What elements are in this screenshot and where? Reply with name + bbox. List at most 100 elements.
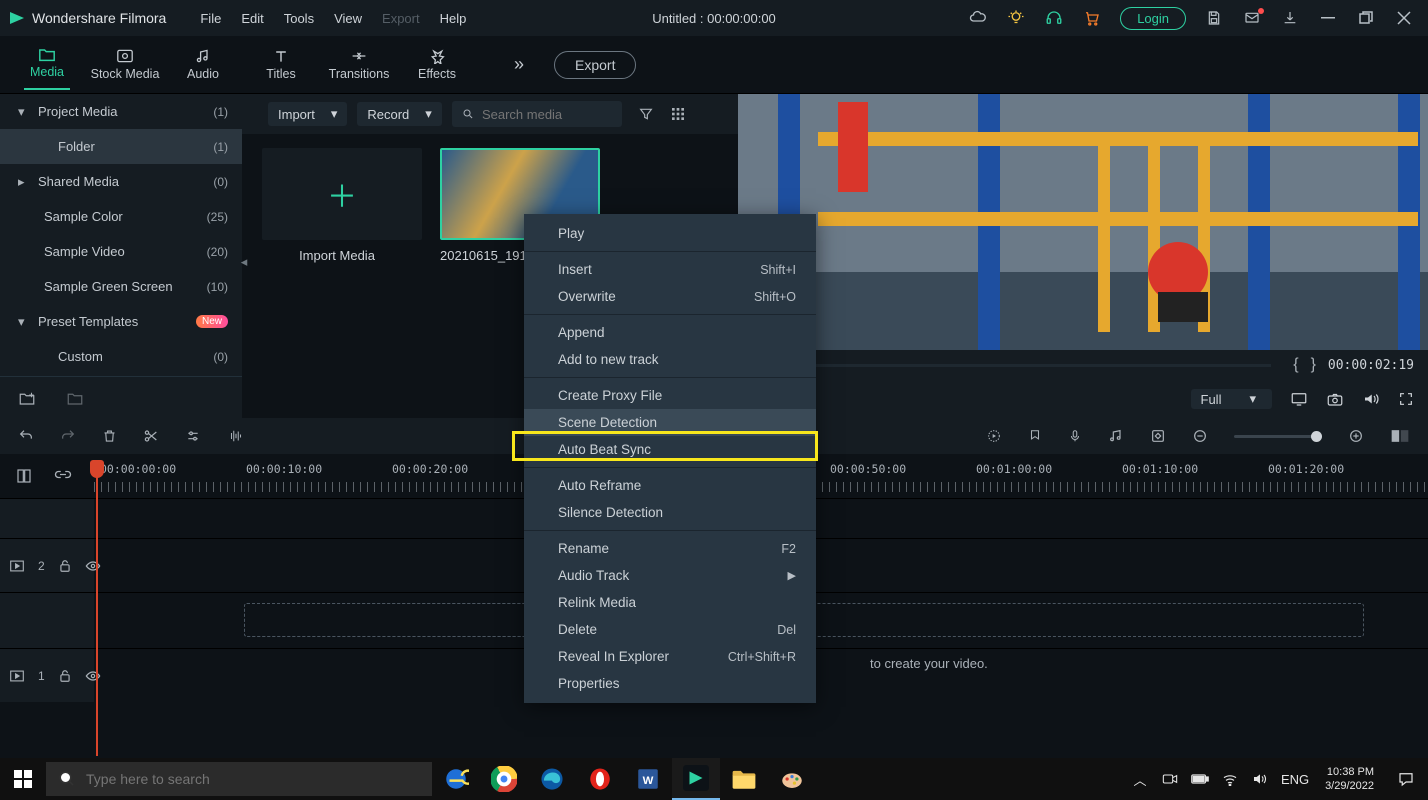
maximize-icon[interactable] [1350, 4, 1382, 32]
mark-in-icon[interactable]: { [1293, 356, 1298, 374]
ctx-properties[interactable]: Properties [524, 670, 816, 697]
menu-export[interactable]: Export [372, 11, 430, 26]
tray-meet-icon[interactable] [1155, 758, 1185, 800]
quality-select[interactable]: Full▾ [1191, 389, 1272, 409]
audio-wave-icon[interactable] [227, 428, 245, 444]
close-icon[interactable] [1388, 4, 1420, 32]
render-icon[interactable] [986, 428, 1002, 444]
marker-icon[interactable] [1028, 428, 1042, 444]
cloud-icon[interactable] [962, 4, 994, 32]
music-icon[interactable] [1108, 428, 1124, 444]
redo-icon[interactable] [60, 428, 76, 444]
snapshot-icon[interactable] [1326, 391, 1344, 407]
zoom-slider[interactable] [1234, 435, 1322, 438]
start-button[interactable] [0, 758, 46, 800]
message-icon[interactable] [1236, 4, 1268, 32]
menu-tools[interactable]: Tools [274, 11, 324, 26]
folder-icon[interactable] [66, 390, 84, 406]
zoom-in-icon[interactable] [1348, 428, 1364, 444]
delete-icon[interactable] [102, 428, 117, 444]
tray-wifi-icon[interactable] [1215, 758, 1245, 800]
playhead[interactable] [96, 460, 98, 756]
headset-icon[interactable] [1038, 4, 1070, 32]
ctx-delete[interactable]: DeleteDel [524, 616, 816, 643]
tb-paint-icon[interactable] [768, 758, 816, 800]
import-dropdown[interactable]: Import▾ [268, 102, 347, 126]
save-icon[interactable] [1198, 4, 1230, 32]
zoom-fit-icon[interactable] [1390, 428, 1410, 444]
menu-edit[interactable]: Edit [231, 11, 273, 26]
grid-view-icon[interactable] [670, 106, 686, 122]
ctx-play[interactable]: Play [524, 220, 816, 247]
download-icon[interactable] [1274, 4, 1306, 32]
ctx-append[interactable]: Append [524, 319, 816, 346]
undo-icon[interactable] [18, 428, 34, 444]
search-input[interactable] [482, 107, 612, 122]
sidebar-sample-video[interactable]: Sample Video(20) [0, 234, 242, 269]
lock-icon[interactable] [59, 559, 71, 573]
login-button[interactable]: Login [1120, 7, 1186, 30]
tb-ie-icon[interactable] [432, 758, 480, 800]
expand-icon[interactable]: » [514, 54, 524, 75]
search-media[interactable] [452, 101, 622, 127]
new-folder-icon[interactable] [18, 390, 36, 406]
tb-filmora-icon[interactable] [672, 758, 720, 800]
ctx-relink[interactable]: Relink Media [524, 589, 816, 616]
tab-audio[interactable]: Audio [164, 48, 242, 81]
filter-icon[interactable] [638, 106, 654, 122]
tb-word-icon[interactable]: W [624, 758, 672, 800]
tab-titles[interactable]: Titles [242, 48, 320, 81]
export-button[interactable]: Export [554, 51, 636, 79]
tb-chrome-icon[interactable] [480, 758, 528, 800]
tb-explorer-icon[interactable] [720, 758, 768, 800]
sidebar-custom[interactable]: Custom(0) [0, 339, 242, 374]
ctx-auto-reframe[interactable]: Auto Reframe [524, 472, 816, 499]
tray-expand-icon[interactable]: ︿ [1125, 758, 1155, 800]
sidebar-folder[interactable]: Folder(1) [0, 129, 242, 164]
ctx-reveal[interactable]: Reveal In ExplorerCtrl+Shift+R [524, 643, 816, 670]
tray-notification-icon[interactable] [1384, 771, 1428, 787]
sidebar-project-media[interactable]: ▾Project Media(1) [0, 94, 242, 129]
menu-file[interactable]: File [190, 11, 231, 26]
tray-volume-icon[interactable] [1245, 758, 1275, 800]
ctx-silence-detection[interactable]: Silence Detection [524, 499, 816, 526]
sidebar-sample-color[interactable]: Sample Color(25) [0, 199, 242, 234]
ctx-overwrite[interactable]: OverwriteShift+O [524, 283, 816, 310]
track-option-icon[interactable] [16, 468, 32, 484]
sidebar-shared-media[interactable]: ▸Shared Media(0) [0, 164, 242, 199]
tab-media[interactable]: Media [8, 46, 86, 84]
menu-help[interactable]: Help [430, 11, 477, 26]
screen-icon[interactable] [1290, 391, 1308, 407]
tray-battery-icon[interactable] [1185, 758, 1215, 800]
voiceover-icon[interactable] [1068, 428, 1082, 444]
preview-video[interactable] [738, 94, 1428, 350]
split-icon[interactable] [143, 428, 159, 444]
minimize-icon[interactable] [1312, 4, 1344, 32]
tab-stock[interactable]: Stock Media [86, 48, 164, 81]
adjust-icon[interactable] [185, 428, 201, 444]
tray-lang[interactable]: ENG [1275, 758, 1315, 800]
ctx-insert[interactable]: InsertShift+I [524, 256, 816, 283]
keyframe-icon[interactable] [1150, 428, 1166, 444]
tab-effects[interactable]: Effects [398, 48, 476, 81]
taskbar-search[interactable] [46, 762, 432, 796]
collapse-sidebar-icon[interactable]: ◂ [238, 254, 250, 270]
bulb-icon[interactable] [1000, 4, 1032, 32]
mark-out-icon[interactable]: } [1311, 356, 1316, 374]
tab-transitions[interactable]: Transitions [320, 48, 398, 81]
cart-icon[interactable] [1076, 4, 1108, 32]
ctx-audio-track[interactable]: Audio Track▶ [524, 562, 816, 589]
ctx-rename[interactable]: RenameF2 [524, 535, 816, 562]
zoom-out-icon[interactable] [1192, 428, 1208, 444]
lock-icon[interactable] [59, 669, 71, 683]
import-media-tile[interactable]: ＋ [262, 148, 422, 240]
link-icon[interactable] [54, 468, 72, 484]
ctx-proxy[interactable]: Create Proxy File [524, 382, 816, 409]
preview-scrubber[interactable] [752, 364, 1271, 367]
sidebar-sample-green[interactable]: Sample Green Screen(10) [0, 269, 242, 304]
fullscreen-icon[interactable] [1398, 391, 1414, 407]
ctx-beat-sync[interactable]: Auto Beat Sync [524, 436, 816, 463]
ctx-add-track[interactable]: Add to new track [524, 346, 816, 373]
sidebar-preset-templates[interactable]: ▾Preset TemplatesNew [0, 304, 242, 339]
tb-opera-icon[interactable] [576, 758, 624, 800]
